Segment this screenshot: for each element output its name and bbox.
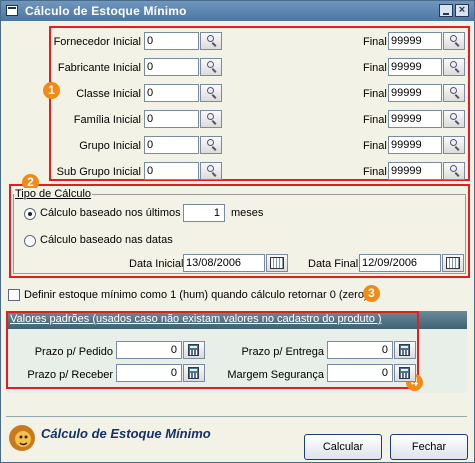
filter-label: Grupo Inicial [79,140,141,152]
search-button-initial[interactable] [200,162,222,180]
filter-final-label: Final [363,36,387,48]
filter-final-label: Final [363,88,387,100]
prazo-pedido-input[interactable]: 0 [116,341,182,359]
calc-button-receber[interactable] [183,364,205,382]
search-icon [207,139,214,146]
prazo-entrega-input[interactable]: 0 [327,341,393,359]
footer-divider [6,416,467,417]
filter-label: Fornecedor Inicial [53,36,141,48]
radio-months[interactable] [24,208,36,220]
filter-final-input[interactable]: 99999 [388,162,442,180]
min-stock-checkbox-label: Definir estoque mínimo como 1 (hum) quan… [24,289,368,301]
search-icon [207,87,214,94]
search-icon [207,165,214,172]
prazo-entrega-label: Prazo p/ Entrega [241,346,324,358]
margem-input[interactable]: 0 [327,364,393,382]
margem-label: Margem Segurança [227,369,324,381]
search-button-initial[interactable] [200,136,222,154]
window-title: Cálculo de Estoque Mínimo [25,4,187,18]
date-final-label: Data Final [308,258,359,270]
radio-months-label: Cálculo baseado nos últimos [40,207,181,219]
calculator-icon [399,344,410,356]
calendar-button-initial[interactable] [266,254,288,272]
fechar-button[interactable]: Fechar [390,434,468,460]
filter-initial-input[interactable]: 0 [144,110,199,128]
brand-title: Cálculo de Estoque Mínimo [41,426,211,441]
filter-label: Fabricante Inicial [57,62,141,74]
search-button-initial[interactable] [200,32,222,50]
filter-label: Sub Grupo Inicial [56,166,141,178]
search-icon [450,87,457,94]
window-menu-icon[interactable] [6,5,18,16]
months-input[interactable]: 1 [183,204,225,222]
search-icon [450,139,457,146]
months-suffix: meses [231,207,264,219]
filter-final-label: Final [363,166,387,178]
filter-final-input[interactable]: 99999 [388,84,442,102]
filter-final-label: Final [363,114,387,126]
search-button-final[interactable] [443,136,465,154]
close-icon[interactable]: × [455,4,469,17]
search-icon [450,113,457,120]
radio-dates-label: Cálculo baseado nas datas [40,234,173,246]
prazo-pedido-label: Prazo p/ Pedido [34,346,113,358]
calculator-icon [188,367,199,379]
search-button-final[interactable] [443,32,465,50]
title-bar: Cálculo de Estoque Mínimo × [1,1,474,21]
search-icon [450,35,457,42]
main-window: Cálculo de Estoque Mínimo × 1 Fornecedor… [0,0,475,463]
badge-3: 3 [363,285,380,302]
filter-final-label: Final [363,140,387,152]
search-button-final[interactable] [443,84,465,102]
filter-label: Classe Inicial [76,88,141,100]
calendar-icon [446,257,460,269]
search-icon [207,35,214,42]
date-initial-label: Data Inicial [129,258,184,270]
search-button-initial[interactable] [200,84,222,102]
filter-final-input[interactable]: 99999 [388,136,442,154]
search-button-final[interactable] [443,162,465,180]
search-button-initial[interactable] [200,110,222,128]
filter-final-input[interactable]: 99999 [388,32,442,50]
lion-logo-icon [9,425,35,451]
calculator-icon [399,367,410,379]
filter-final-input[interactable]: 99999 [388,58,442,76]
search-icon [207,61,214,68]
filter-initial-input[interactable]: 0 [144,32,199,50]
search-button-initial[interactable] [200,58,222,76]
calculator-icon [188,344,199,356]
search-button-final[interactable] [443,58,465,76]
search-icon [450,61,457,68]
calendar-button-final[interactable] [442,254,464,272]
filter-initial-input[interactable]: 0 [144,84,199,102]
date-initial-input[interactable]: 13/08/2006 [183,254,265,272]
filter-initial-input[interactable]: 0 [144,162,199,180]
calc-button-entrega[interactable] [394,341,416,359]
calc-button-margem[interactable] [394,364,416,382]
filter-final-label: Final [363,62,387,74]
filter-initial-input[interactable]: 0 [144,136,199,154]
prazo-receber-label: Prazo p/ Receber [27,369,113,381]
calc-button-pedido[interactable] [183,341,205,359]
calc-type-legend: Tipo de Cálculo [14,188,93,200]
filter-final-input[interactable]: 99999 [388,110,442,128]
search-button-final[interactable] [443,110,465,128]
minimize-icon[interactable] [439,4,453,17]
search-icon [207,113,214,120]
filter-initial-input[interactable]: 0 [144,58,199,76]
date-final-input[interactable]: 12/09/2006 [359,254,441,272]
calcular-button[interactable]: Calcular [304,434,382,460]
calendar-icon [270,257,284,269]
search-icon [450,165,457,172]
prazo-receber-input[interactable]: 0 [116,364,182,382]
filter-label: Família Inicial [73,114,141,126]
min-stock-checkbox[interactable] [8,289,20,301]
radio-dates[interactable] [24,235,36,247]
